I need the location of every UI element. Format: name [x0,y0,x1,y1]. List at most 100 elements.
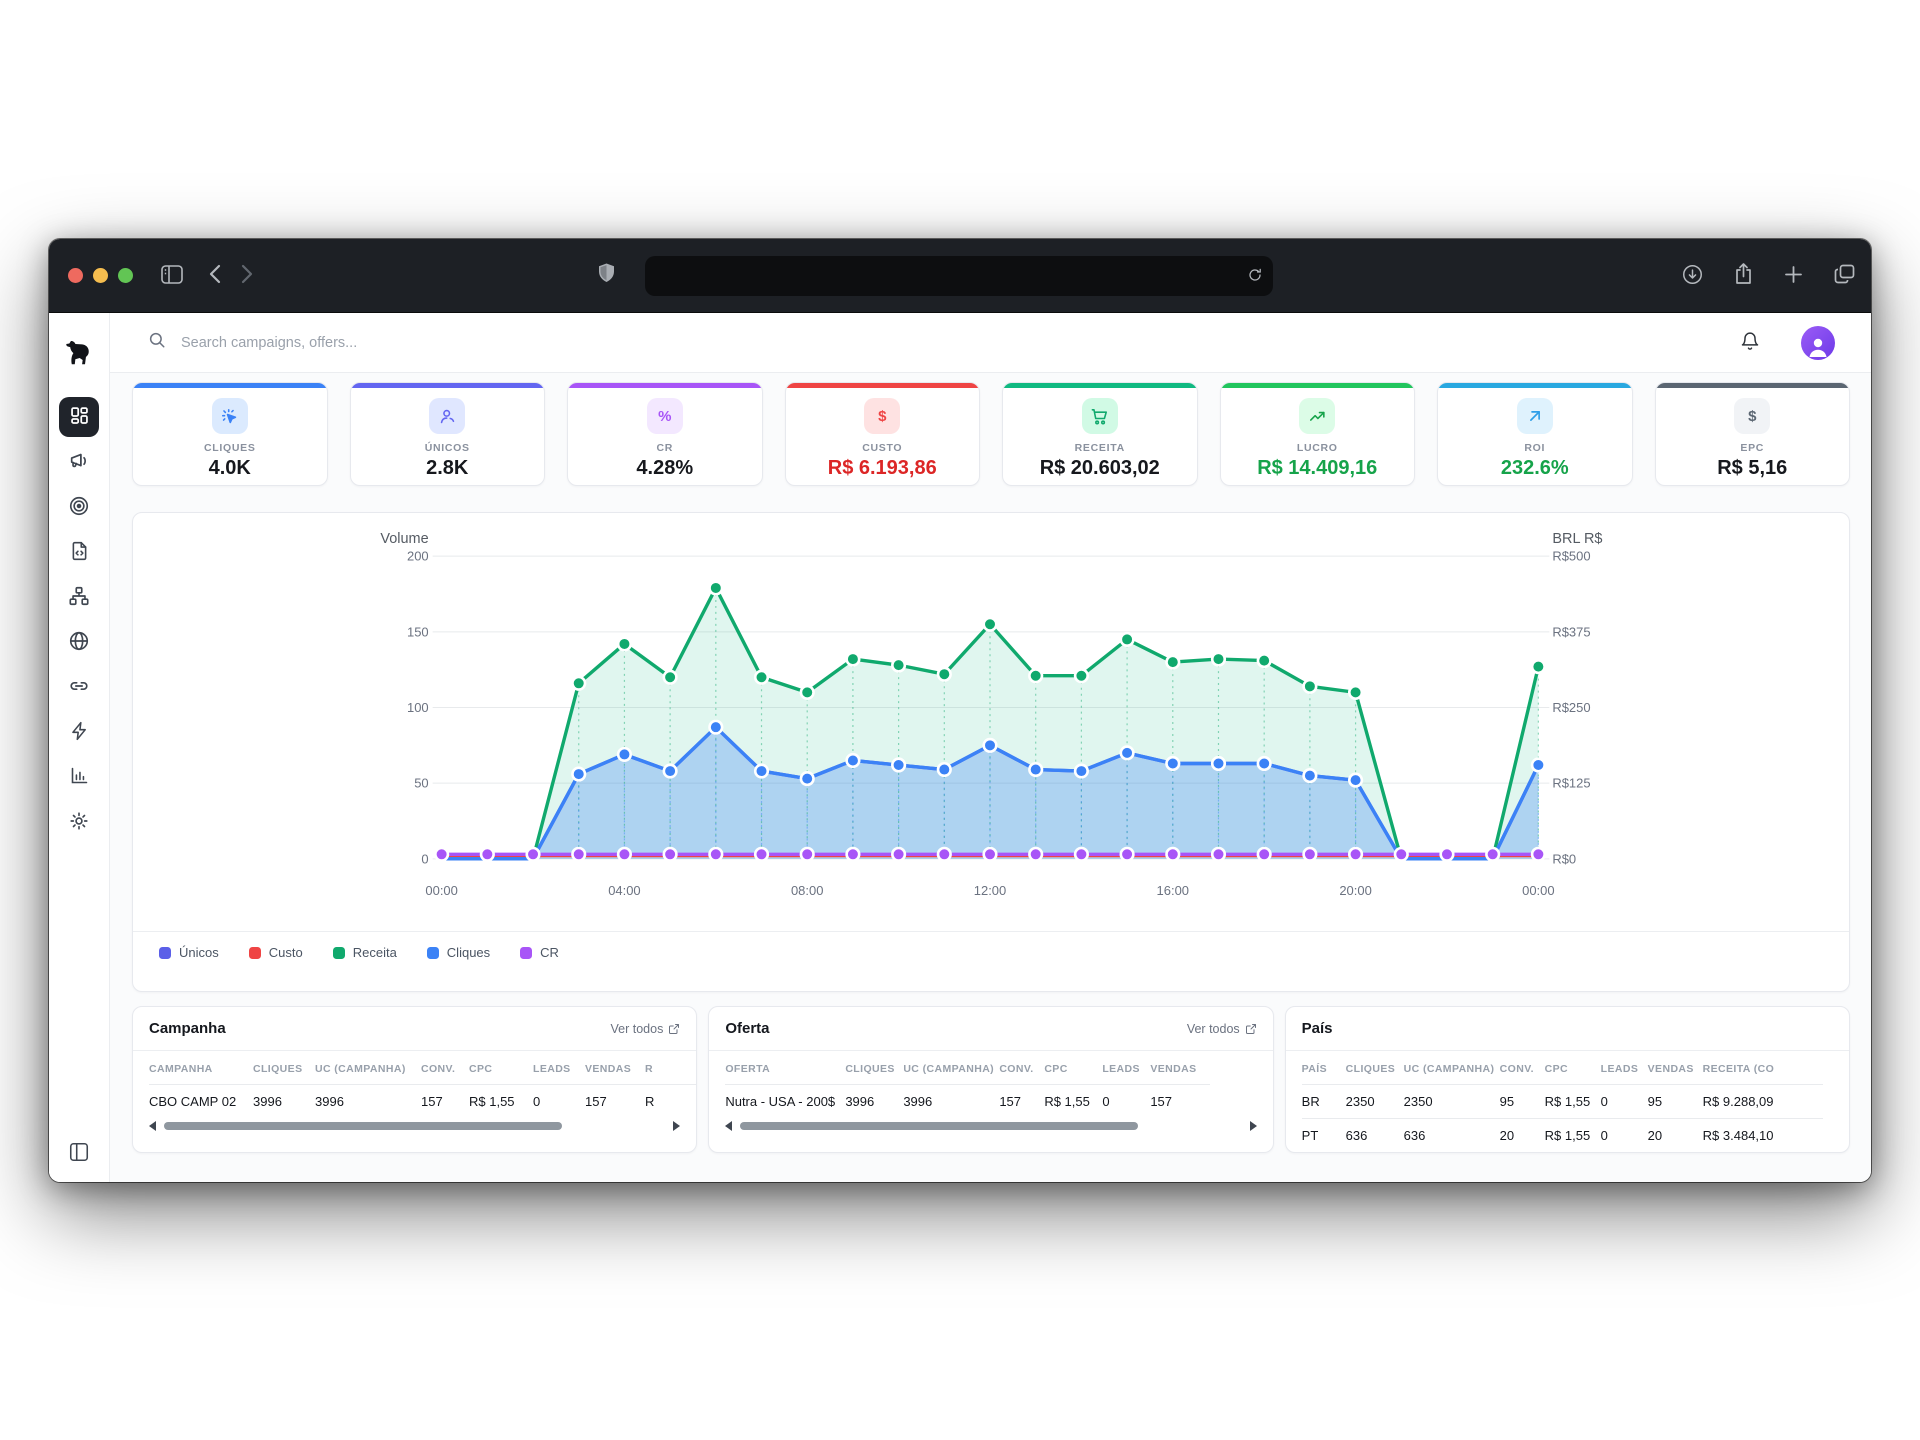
table-cell: 20 [1648,1119,1703,1153]
close-button[interactable] [68,268,83,283]
legend-item-cr[interactable]: CR [520,945,559,960]
table-cell: 0 [1601,1119,1648,1153]
new-tab-button[interactable] [1784,265,1803,287]
column-header: UC (CAMPANHA) [903,1051,999,1085]
table-cell: CBO CAMP 02 [149,1085,253,1119]
table-row: CBO CAMP 0239963996157R$ 1,550157R [149,1085,696,1119]
ver-todos-link[interactable]: Ver todos [1187,1022,1257,1036]
scrollbar-thumb[interactable] [740,1122,1138,1130]
kpi-value: R$ 6.193,86 [786,457,980,480]
table-cell: PT [1302,1119,1346,1153]
kpi-value: R$ 5,16 [1656,457,1850,480]
kpi-value: R$ 14.409,16 [1221,457,1415,480]
kpi-label: CUSTO [786,442,980,454]
legend-swatch [249,947,261,959]
bell-icon [1740,340,1760,355]
kpi-card-lucro: LUCROR$ 14.409,16 [1220,382,1416,486]
search-icon [148,331,166,354]
url-bar[interactable] [645,256,1273,296]
sidebar-item-zap[interactable] [59,712,99,752]
horizontal-scrollbar[interactable] [133,1118,696,1141]
chart-legend: Únicos Custo Receita Cliques CR [133,931,1849,976]
table-cell: R$ 9.288,09 [1703,1085,1823,1119]
legend-item-cliques[interactable]: Cliques [427,945,490,960]
legend-item-custo[interactable]: Custo [249,945,303,960]
forward-button[interactable] [241,264,253,287]
user-avatar[interactable] [1801,326,1835,360]
sidebar-item-megaphone[interactable] [59,442,99,482]
svg-text:20:00: 20:00 [1339,883,1371,898]
dashboard-main: CLIQUES4.0KÚNICOS2.8K%CR4.28%$CUSTOR$ 6.… [110,373,1871,1182]
table-cell: 157 [421,1085,469,1119]
globe-icon [68,630,90,655]
sidebar-item-target[interactable] [59,487,99,527]
scrollbar-thumb[interactable] [164,1122,562,1130]
scroll-right-arrow[interactable] [1250,1121,1257,1131]
external-link-icon [1245,1023,1257,1035]
kpi-value: 2.8K [351,457,545,480]
chevron-right-icon [241,264,253,287]
horizontal-scrollbar[interactable] [709,1118,1272,1141]
sidebar-item-globe[interactable] [59,622,99,662]
kpi-card-cliques: CLIQUES 4.0K [132,382,328,486]
svg-text:04:00: 04:00 [608,883,640,898]
kpi-label: EPC [1656,442,1850,454]
kpi-label: CLIQUES [133,442,327,454]
kpi-value: 4.0K [133,457,327,480]
notifications-button[interactable] [1734,330,1766,356]
dollar-icon: $ [1734,398,1770,434]
sidebar-item-bar-chart[interactable] [59,757,99,797]
column-header: CPC [1044,1051,1102,1085]
table-cell: 157 [585,1085,645,1119]
table-cell: 2350 [1404,1085,1500,1119]
table-cell: 636 [1404,1119,1500,1153]
scroll-left-arrow[interactable] [725,1121,732,1131]
app-sidebar [49,313,110,1182]
kpi-card-receita: RECEITA R$ 20.603,02 [1002,382,1198,486]
minimize-button[interactable] [93,268,108,283]
zoom-button[interactable] [118,268,133,283]
traffic-lights [49,268,133,283]
scroll-right-arrow[interactable] [673,1121,680,1131]
sidebar-item-dashboard-grid[interactable] [59,397,99,437]
back-button[interactable] [209,264,221,287]
collapse-sidebar-button[interactable] [68,1141,90,1168]
share-button[interactable] [1734,263,1753,288]
tab-overview-button[interactable] [1834,264,1855,287]
sidebar-item-gear[interactable] [59,802,99,842]
legend-item-receita[interactable]: Receita [333,945,397,960]
ver-todos-link[interactable]: Ver todos [611,1022,681,1036]
kpi-accent-strip [1003,383,1197,388]
sidebar-item-file-code[interactable] [59,532,99,572]
downloads-button[interactable] [1682,264,1703,288]
dog-icon [64,338,94,373]
legend-swatch [333,947,345,959]
svg-text:00:00: 00:00 [425,883,457,898]
legend-swatch [427,947,439,959]
chevron-left-icon [209,264,221,287]
table-wrap: PAÍSCLIQUESUC (CAMPANHA)CONV.CPCLEADSVEN… [1286,1051,1849,1152]
shield-icon [598,263,615,289]
kpi-value: 232.6% [1438,457,1632,480]
search-input[interactable] [179,334,1721,352]
scrollbar-track[interactable] [163,1122,666,1130]
kpi-value: R$ 20.603,02 [1003,457,1197,480]
legend-item-unicos[interactable]: Únicos [159,945,219,960]
target-icon [68,495,90,520]
table-cell: 3996 [903,1085,999,1119]
sidebar-item-link[interactable] [59,667,99,707]
column-header: PAÍS [1302,1051,1346,1085]
sidebar-toggle-button[interactable] [161,265,183,287]
scroll-left-arrow[interactable] [149,1121,156,1131]
scrollbar-track[interactable] [739,1122,1242,1130]
column-header: R [645,1051,696,1085]
table-card-header: CampanhaVer todos [133,1007,696,1051]
browser-window: CLIQUES4.0KÚNICOS2.8K%CR4.28%$CUSTOR$ 6.… [49,239,1871,1182]
reload-button[interactable] [1247,267,1263,286]
kpi-accent-strip [786,383,980,388]
sidebar-item-sitemap[interactable] [59,577,99,617]
bar-chart-icon [69,765,90,789]
svg-text:00:00: 00:00 [1522,883,1554,898]
kpi-label: RECEITA [1003,442,1197,454]
privacy-shield-button[interactable] [598,239,615,312]
